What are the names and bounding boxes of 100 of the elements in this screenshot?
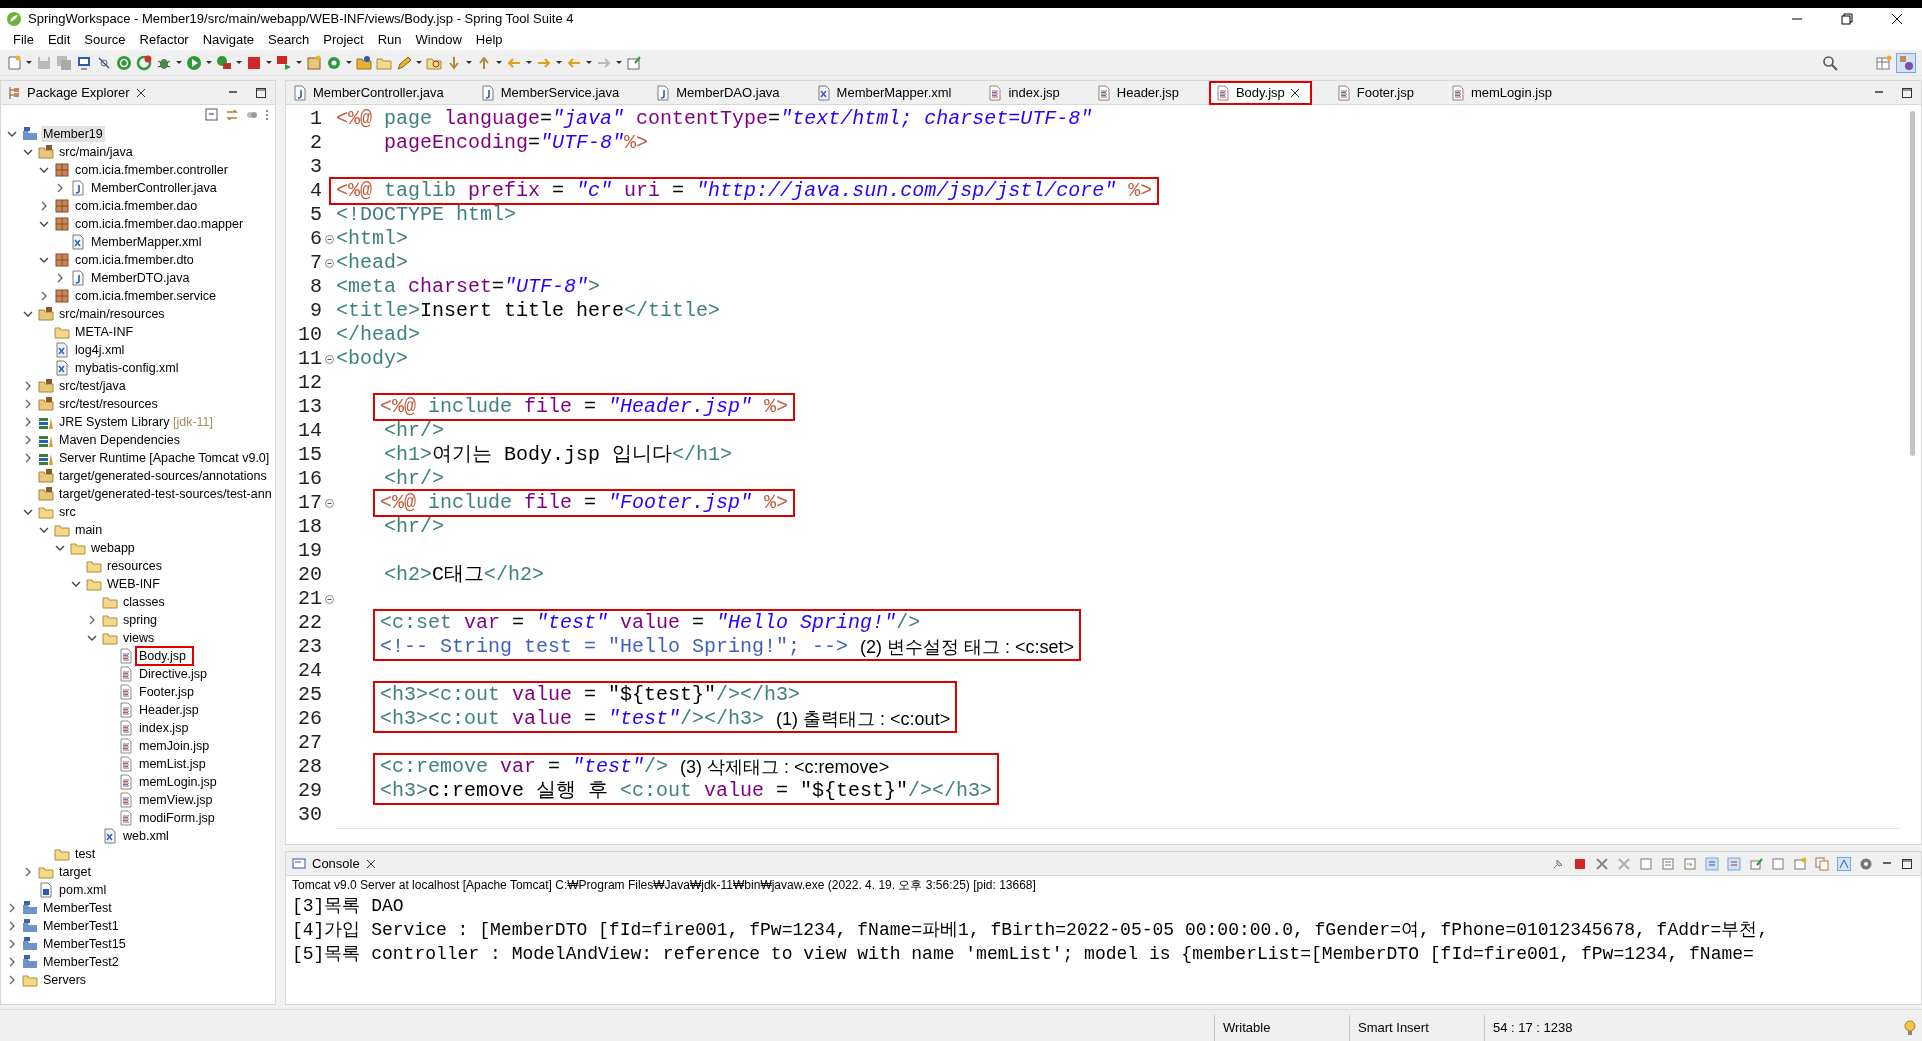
tree-item[interactable]: com.icia.fmember.dao.mapper xyxy=(73,216,246,232)
tree-item[interactable]: MemberMapper.xml xyxy=(89,234,204,250)
tree-item[interactable]: MemberTest15 xyxy=(41,936,128,952)
tree-item[interactable]: com.icia.fmember.controller xyxy=(73,162,230,178)
menu-item[interactable]: File xyxy=(6,30,41,50)
power-icon[interactable] xyxy=(116,54,132,71)
stop-icon[interactable] xyxy=(1573,856,1587,871)
menu-item[interactable]: Source xyxy=(77,30,133,50)
collapse-all-icon[interactable] xyxy=(205,108,219,122)
tree-item[interactable]: index.jsp xyxy=(137,720,191,736)
fold-icon[interactable] xyxy=(324,498,334,508)
dropdown-caret-icon[interactable] xyxy=(526,61,532,64)
view-tab[interactable]: Console xyxy=(312,853,360,874)
tree-item[interactable]: views xyxy=(121,630,157,646)
tree-item[interactable]: Server Runtime [Apache Tomcat v9.0] xyxy=(57,450,272,466)
menu-item[interactable]: Window xyxy=(408,30,469,50)
dropdown-caret-icon[interactable] xyxy=(466,61,472,64)
tree-item[interactable]: resources xyxy=(105,558,164,574)
fold-icon[interactable] xyxy=(324,234,334,244)
tree-item[interactable]: com.icia.fmember.dto xyxy=(73,252,196,268)
tree-item[interactable]: MemberController.java xyxy=(89,180,219,196)
fold-icon[interactable] xyxy=(324,594,334,604)
fold-icon[interactable] xyxy=(324,258,334,268)
editor-tab[interactable]: MemberDAO.java xyxy=(649,81,792,105)
dropdown-caret-icon[interactable] xyxy=(496,61,502,64)
tree-item[interactable]: Header.jsp xyxy=(137,702,201,718)
scrollbar-thumb[interactable] xyxy=(1910,111,1915,456)
link-editor-icon[interactable] xyxy=(225,108,239,122)
tree-item[interactable]: src/test/java xyxy=(57,378,128,394)
lightbulb-icon[interactable] xyxy=(1904,1019,1916,1036)
tree-item[interactable]: webapp xyxy=(89,540,137,556)
dropdown-caret-icon[interactable] xyxy=(26,61,32,64)
tree-item[interactable]: com.icia.fmember.dao xyxy=(73,198,200,214)
skip-icon[interactable] xyxy=(96,54,112,71)
close-icon[interactable] xyxy=(1289,88,1300,98)
perspective-icon[interactable] xyxy=(1876,54,1892,71)
menu-item[interactable]: Edit xyxy=(40,30,78,50)
close-icon[interactable] xyxy=(1891,13,1903,25)
tree-item[interactable]: src/main/java xyxy=(57,144,135,160)
maximize-icon[interactable] xyxy=(255,86,267,99)
tree-item[interactable]: test xyxy=(73,846,98,862)
dropdown-caret-icon[interactable] xyxy=(236,61,242,64)
dropdown-caret-icon[interactable] xyxy=(556,61,562,64)
tree-item[interactable]: target/generated-test-sources/test-ann xyxy=(57,486,274,502)
maximize-icon[interactable] xyxy=(1901,86,1913,99)
monitor-icon[interactable] xyxy=(76,54,92,71)
editor-tab[interactable]: MemberService.java xyxy=(473,81,632,105)
dropdown-caret-icon[interactable] xyxy=(586,61,592,64)
tree-item[interactable]: com.icia.fmember.service xyxy=(73,288,218,304)
editor-tab[interactable]: index.jsp xyxy=(981,81,1072,105)
tree-item[interactable]: Footer.jsp xyxy=(137,684,196,700)
pencil-icon[interactable] xyxy=(396,54,412,71)
play-icon[interactable] xyxy=(186,54,202,71)
tree-item[interactable]: Servers xyxy=(41,972,89,988)
tree-item[interactable]: spring xyxy=(121,612,160,628)
tree-item[interactable]: MemberDTO.java xyxy=(89,270,192,286)
editor-tab[interactable]: Body.jsp xyxy=(1208,81,1312,105)
tree-item[interactable]: Maven Dependencies xyxy=(57,432,182,448)
tree-item[interactable]: web.xml xyxy=(121,828,171,844)
tree-item[interactable]: src xyxy=(57,504,78,520)
fold-icon[interactable] xyxy=(324,354,334,364)
java-perspective-icon[interactable] xyxy=(1896,52,1916,73)
editor-tab[interactable]: Header.jsp xyxy=(1089,81,1191,105)
menu-item[interactable]: Project xyxy=(316,30,371,50)
editor-tab[interactable]: memLogin.jsp xyxy=(1443,81,1564,105)
dropdown-caret-icon[interactable] xyxy=(616,61,622,64)
menu-item[interactable]: Refactor xyxy=(132,30,196,50)
tree-item[interactable]: Body.jsp xyxy=(137,648,192,664)
tree-item[interactable]: memJoin.jsp xyxy=(137,738,212,754)
tree-item[interactable]: mybatis-config.xml xyxy=(73,360,181,376)
dropdown-caret-icon[interactable] xyxy=(296,61,302,64)
tree-item[interactable]: memList.jsp xyxy=(137,756,208,772)
tree-item[interactable]: target xyxy=(57,864,93,880)
dropdown-caret-icon[interactable] xyxy=(206,61,212,64)
copy-icon[interactable] xyxy=(1815,856,1829,871)
maximize-icon[interactable] xyxy=(1901,857,1913,870)
remove-icon[interactable] xyxy=(1595,856,1609,871)
tree-item[interactable]: MemberTest xyxy=(41,900,114,916)
tree-item[interactable]: memLogin.jsp xyxy=(137,774,219,790)
editor-tab[interactable]: MemberController.java xyxy=(286,81,456,105)
tree-item[interactable]: main xyxy=(73,522,105,538)
tree-item[interactable]: JRE System Library [jdk-11] xyxy=(57,414,215,430)
tree-item[interactable]: modiForm.jsp xyxy=(137,810,217,826)
tree-item[interactable]: src/main/resources xyxy=(57,306,167,322)
tree-item[interactable]: src/test/resources xyxy=(57,396,160,412)
dropdown-caret-icon[interactable] xyxy=(416,61,422,64)
tree-item[interactable]: Member19 xyxy=(41,126,105,142)
editor-tab[interactable]: MemberMapper.xml xyxy=(809,81,964,105)
search-icon[interactable] xyxy=(1822,54,1838,71)
tree-item[interactable]: pom.xml xyxy=(57,882,109,898)
pin-console-icon[interactable] xyxy=(1749,856,1763,871)
server-stop-icon[interactable] xyxy=(276,54,292,71)
stop-icon[interactable] xyxy=(246,54,262,71)
dropdown-caret-icon[interactable] xyxy=(266,61,272,64)
dropdown-caret-icon[interactable] xyxy=(176,61,182,64)
refresh-icon[interactable] xyxy=(136,54,152,71)
dropdown-caret-icon[interactable] xyxy=(346,61,352,64)
tree-item[interactable]: log4j.xml xyxy=(73,342,127,358)
view-menu-icon[interactable] xyxy=(265,109,269,121)
open-folder-icon[interactable] xyxy=(356,54,372,71)
